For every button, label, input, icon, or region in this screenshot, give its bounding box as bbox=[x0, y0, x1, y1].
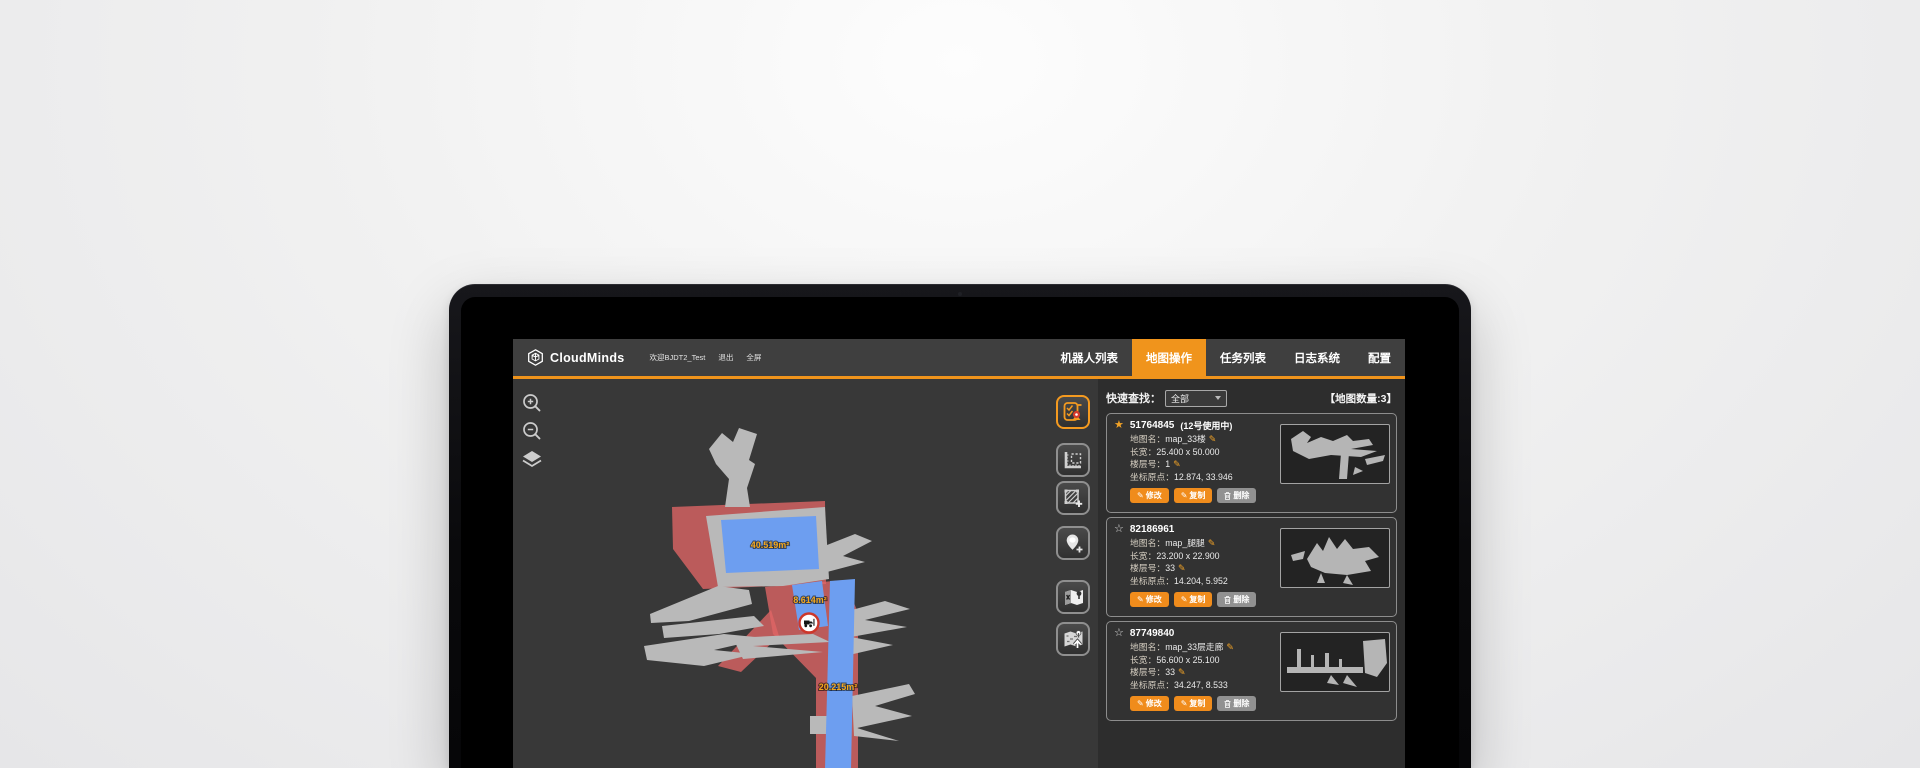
modify-button[interactable]: ✎修改 bbox=[1130, 592, 1169, 607]
map-card[interactable]: ☆ 82186961 地图名：map_腿腿✎ 长宽：23.200 x 22.90… bbox=[1106, 517, 1397, 617]
area-label: 20.215m² bbox=[819, 682, 858, 692]
webcam-icon bbox=[958, 292, 962, 296]
card-actions: ✎修改 ✎复制 删除 bbox=[1130, 488, 1389, 503]
map-region-gray bbox=[650, 586, 752, 623]
indoor-map-canvas[interactable]: 40.519m² 8.614m² 20.215m² bbox=[513, 379, 1048, 768]
nav-item-log-system[interactable]: 日志系统 bbox=[1280, 339, 1354, 376]
map-delete-icon bbox=[1062, 586, 1084, 608]
content-row: 40.519m² 8.614m² 20.215m² bbox=[513, 379, 1405, 768]
map-filter-select[interactable]: 全部 bbox=[1165, 390, 1227, 407]
map-region-gray bbox=[852, 684, 915, 741]
main-menu: 机器人列表 地图操作 任务列表 日志系统 配置 bbox=[1047, 339, 1406, 376]
layers-icon bbox=[521, 450, 543, 469]
edit-pencil-icon[interactable]: ✎ bbox=[1178, 563, 1186, 573]
task-list-pin-icon bbox=[1062, 401, 1084, 423]
cloudminds-logo-icon bbox=[527, 349, 544, 366]
nav-item-robot-list[interactable]: 机器人列表 bbox=[1047, 339, 1133, 376]
laptop-mockup: CloudMinds 欢迎BJDT2_Test 退出 全屏 机器人列表 地图操作… bbox=[449, 284, 1471, 768]
top-navbar: CloudMinds 欢迎BJDT2_Test 退出 全屏 机器人列表 地图操作… bbox=[513, 339, 1405, 379]
welcome-text: 欢迎BJDT2_Test bbox=[650, 352, 706, 363]
measure-region-icon bbox=[1062, 449, 1084, 471]
add-poi-pin-icon bbox=[1062, 532, 1084, 554]
area-label: 40.519m² bbox=[751, 540, 790, 550]
fullscreen-link[interactable]: 全屏 bbox=[746, 352, 761, 363]
edit-pencil-icon[interactable]: ✎ bbox=[1226, 642, 1234, 652]
area-label: 8.614m² bbox=[793, 595, 827, 605]
map-tools-column bbox=[1048, 379, 1098, 768]
trash-icon bbox=[1224, 700, 1231, 708]
modify-button[interactable]: ✎修改 bbox=[1130, 696, 1169, 711]
delete-button[interactable]: 删除 bbox=[1217, 696, 1256, 711]
map-thumbnail bbox=[1280, 528, 1390, 588]
edit-pencil-icon[interactable]: ✎ bbox=[1178, 667, 1186, 677]
edit-pencil-icon[interactable]: ✎ bbox=[1209, 434, 1217, 444]
map-thumbnail bbox=[1280, 632, 1390, 692]
tool-hatch-region-add-button[interactable] bbox=[1056, 481, 1090, 515]
brand: CloudMinds bbox=[527, 339, 625, 376]
quick-search-label: 快速查找： bbox=[1106, 390, 1161, 406]
layers-button[interactable] bbox=[521, 447, 543, 471]
map-list-panel: 快速查找： 全部 【地图数量:3】 ★ 51764845 bbox=[1098, 379, 1405, 768]
map-area[interactable]: 40.519m² 8.614m² 20.215m² bbox=[513, 379, 1048, 768]
nav-item-task-list[interactable]: 任务列表 bbox=[1206, 339, 1280, 376]
panel-header: 快速查找： 全部 【地图数量:3】 bbox=[1106, 389, 1397, 407]
tool-map-upload-button[interactable] bbox=[1056, 622, 1090, 656]
map-card[interactable]: ☆ 87749840 地图名：map_33层走廊✎ 长宽：56.600 x 25… bbox=[1106, 621, 1397, 721]
zoom-in-button[interactable] bbox=[521, 391, 543, 415]
delete-button[interactable]: 删除 bbox=[1217, 488, 1256, 503]
map-id: 82186961 bbox=[1130, 524, 1175, 535]
copy-button[interactable]: ✎复制 bbox=[1174, 696, 1213, 711]
chevron-down-icon bbox=[1215, 396, 1221, 400]
zoom-in-icon bbox=[521, 392, 543, 414]
tool-add-poi-pin-button[interactable] bbox=[1056, 526, 1090, 560]
delete-button[interactable]: 删除 bbox=[1217, 592, 1256, 607]
logout-link[interactable]: 退出 bbox=[718, 352, 733, 363]
modify-button[interactable]: ✎修改 bbox=[1130, 488, 1169, 503]
edit-pencil-icon[interactable]: ✎ bbox=[1208, 538, 1216, 548]
star-icon[interactable]: ☆ bbox=[1114, 628, 1124, 639]
map-region-gray bbox=[822, 534, 872, 572]
user-links: 欢迎BJDT2_Test 退出 全屏 bbox=[650, 339, 762, 376]
map-count-label: 【地图数量:3】 bbox=[1325, 391, 1397, 406]
map-thumbnail-image bbox=[1281, 633, 1390, 692]
map-upload-icon bbox=[1062, 628, 1084, 650]
map-status: (12号使用中) bbox=[1180, 419, 1232, 432]
map-thumbnail-image bbox=[1281, 529, 1390, 588]
map-region-gray bbox=[709, 428, 757, 507]
filter-selected-value: 全部 bbox=[1171, 392, 1189, 405]
trash-icon bbox=[1224, 492, 1231, 500]
map-thumbnail bbox=[1280, 424, 1390, 484]
card-actions: ✎修改 ✎复制 删除 bbox=[1130, 696, 1389, 711]
tool-task-list-pin-button[interactable] bbox=[1056, 395, 1090, 429]
laptop-screen: CloudMinds 欢迎BJDT2_Test 退出 全屏 机器人列表 地图操作… bbox=[461, 297, 1459, 768]
trash-icon bbox=[1224, 596, 1231, 604]
star-icon[interactable]: ☆ bbox=[1114, 524, 1124, 535]
tool-measure-region-button[interactable] bbox=[1056, 443, 1090, 477]
nav-item-map-operation[interactable]: 地图操作 bbox=[1132, 339, 1206, 376]
star-icon[interactable]: ★ bbox=[1114, 420, 1124, 431]
zoom-out-icon bbox=[521, 420, 543, 442]
cloudminds-app: CloudMinds 欢迎BJDT2_Test 退出 全屏 机器人列表 地图操作… bbox=[513, 339, 1405, 768]
map-thumbnail-image bbox=[1281, 425, 1390, 484]
tool-map-delete-button[interactable] bbox=[1056, 580, 1090, 614]
card-actions: ✎修改 ✎复制 删除 bbox=[1130, 592, 1389, 607]
no-entry-vehicle-sign-icon bbox=[800, 614, 819, 633]
hatch-region-add-icon bbox=[1062, 487, 1084, 509]
map-zone-blue-corridor[interactable] bbox=[825, 579, 855, 768]
map-card[interactable]: ★ 51764845 (12号使用中) 地图名：map_33楼✎ 长宽：25.4… bbox=[1106, 413, 1397, 513]
page-background: CloudMinds 欢迎BJDT2_Test 退出 全屏 机器人列表 地图操作… bbox=[0, 0, 1920, 768]
brand-name: CloudMinds bbox=[550, 351, 625, 365]
copy-button[interactable]: ✎复制 bbox=[1174, 488, 1213, 503]
edit-pencil-icon[interactable]: ✎ bbox=[1173, 459, 1181, 469]
copy-button[interactable]: ✎复制 bbox=[1174, 592, 1213, 607]
map-region-gray bbox=[848, 601, 910, 655]
map-id: 51764845 bbox=[1130, 420, 1175, 431]
nav-item-config[interactable]: 配置 bbox=[1354, 339, 1405, 376]
map-id: 87749840 bbox=[1130, 628, 1175, 639]
zoom-out-button[interactable] bbox=[521, 419, 543, 443]
